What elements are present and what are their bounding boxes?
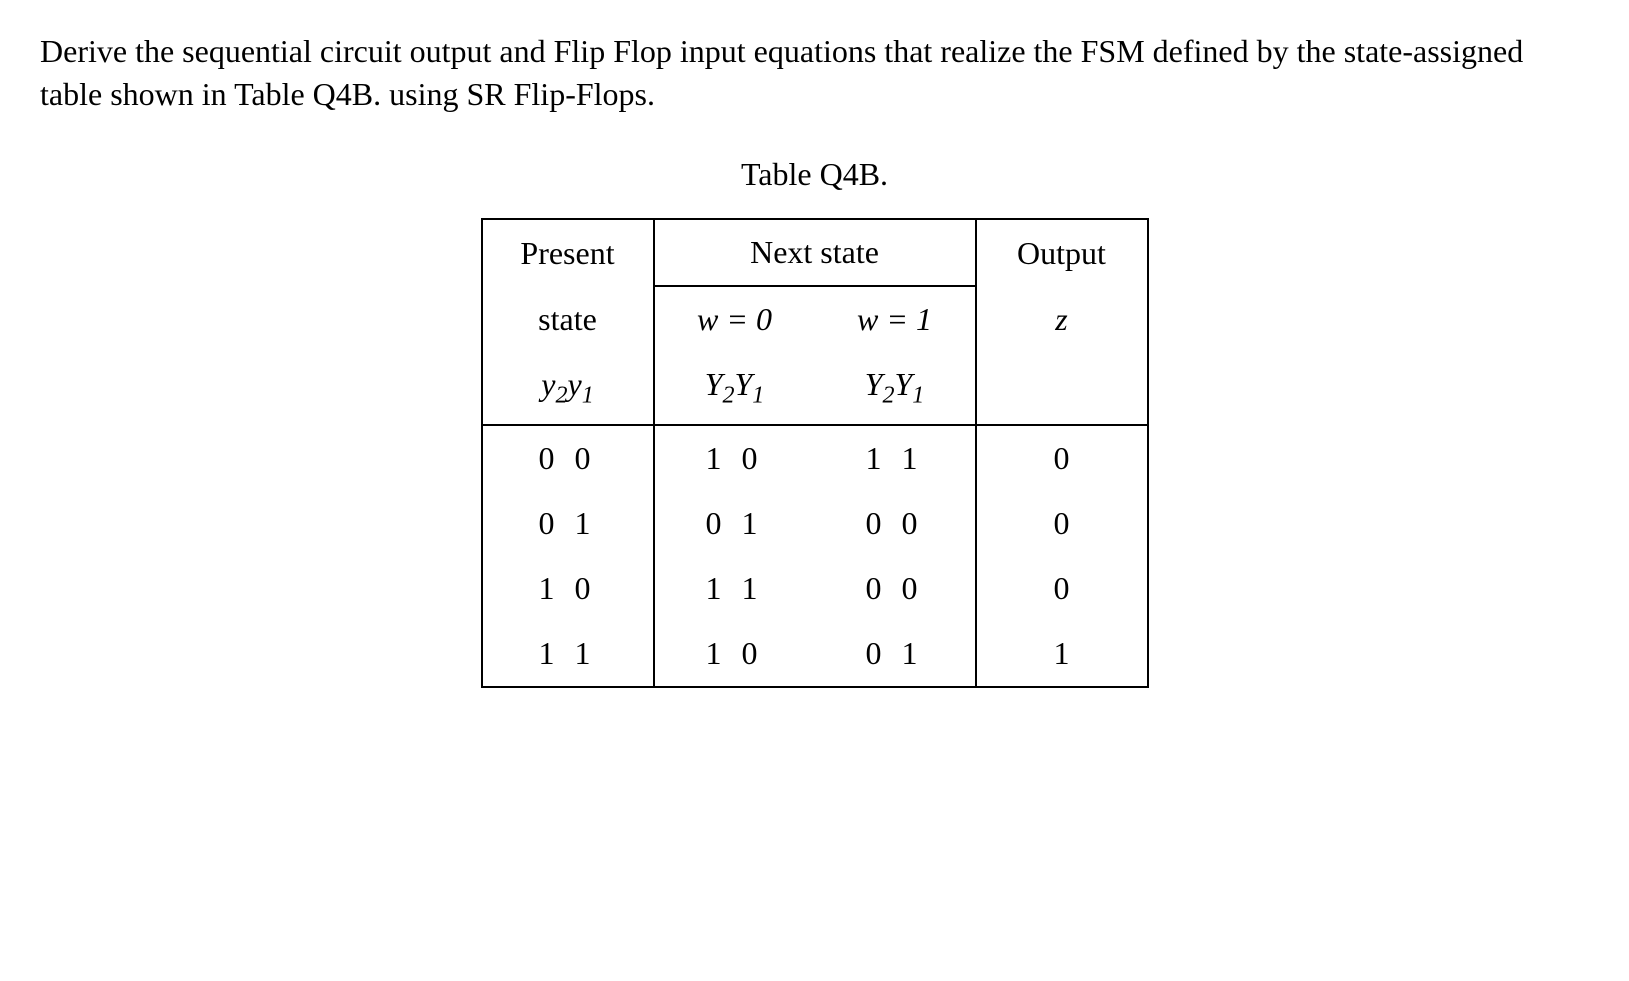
cell-next-w0: 1 0	[655, 621, 815, 686]
header-present-line1: Present	[483, 221, 653, 286]
cell-next-w0: 1 0	[655, 426, 815, 491]
cell-present: 0 1	[483, 491, 653, 556]
question-text: Derive the sequential circuit output and…	[40, 30, 1589, 116]
header-next-state: Next state	[655, 220, 975, 285]
cell-present: 1 0	[483, 556, 653, 621]
cell-present: 0 0	[483, 426, 653, 491]
header-present-line2: state	[483, 287, 653, 352]
cell-next-w1: 0 1	[815, 621, 975, 686]
cell-output: 1	[977, 621, 1147, 686]
cell-next-w1: 0 0	[815, 491, 975, 556]
state-table: Present Next state Output state w = 0 w …	[40, 218, 1589, 687]
header-w0: w = 0	[655, 287, 815, 352]
header-next-var-w0: Y2Y1	[655, 352, 815, 423]
cell-output: 0	[977, 491, 1147, 556]
cell-output: 0	[977, 556, 1147, 621]
cell-output: 0	[977, 426, 1147, 491]
header-w1: w = 1	[815, 287, 975, 352]
cell-next-w0: 0 1	[655, 491, 815, 556]
table-caption: Table Q4B.	[40, 156, 1589, 193]
header-output-blank	[977, 356, 1147, 421]
cell-next-w1: 1 1	[815, 426, 975, 491]
header-output-var: z	[977, 287, 1147, 352]
header-next-var-w1: Y2Y1	[815, 352, 975, 423]
header-present-var: y2y1	[483, 352, 653, 423]
cell-next-w0: 1 1	[655, 556, 815, 621]
header-output: Output	[977, 221, 1147, 286]
cell-present: 1 1	[483, 621, 653, 686]
cell-next-w1: 0 0	[815, 556, 975, 621]
